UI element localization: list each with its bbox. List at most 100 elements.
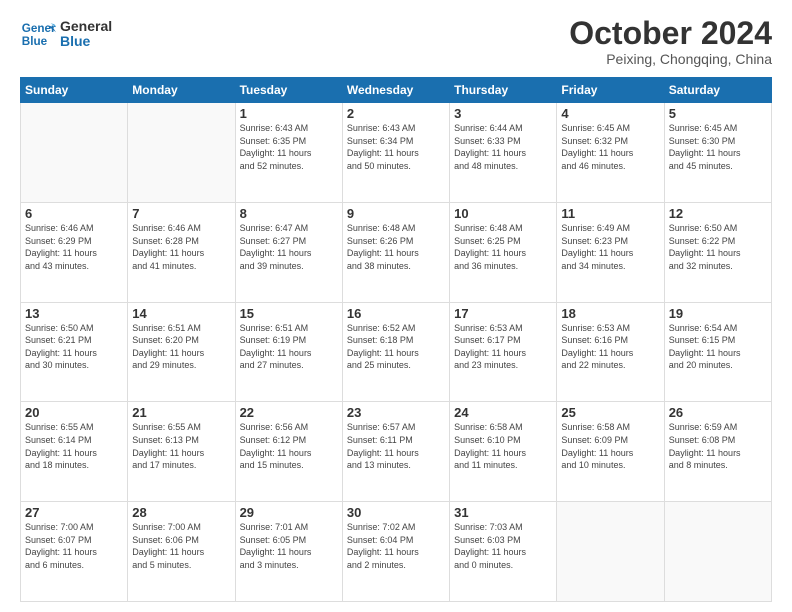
day-number: 29 — [240, 505, 338, 520]
day-number: 8 — [240, 206, 338, 221]
day-info: Sunrise: 6:57 AM Sunset: 6:11 PM Dayligh… — [347, 421, 445, 471]
day-info: Sunrise: 7:01 AM Sunset: 6:05 PM Dayligh… — [240, 521, 338, 571]
logo-icon: General Blue — [20, 16, 56, 52]
day-number: 25 — [561, 405, 659, 420]
logo: General Blue General Blue — [20, 16, 112, 52]
day-info: Sunrise: 6:58 AM Sunset: 6:09 PM Dayligh… — [561, 421, 659, 471]
calendar-cell: 21Sunrise: 6:55 AM Sunset: 6:13 PM Dayli… — [128, 402, 235, 502]
day-info: Sunrise: 6:43 AM Sunset: 6:35 PM Dayligh… — [240, 122, 338, 172]
header-sunday: Sunday — [21, 78, 128, 103]
calendar-row-3: 13Sunrise: 6:50 AM Sunset: 6:21 PM Dayli… — [21, 302, 772, 402]
day-number: 6 — [25, 206, 123, 221]
calendar-row-2: 6Sunrise: 6:46 AM Sunset: 6:29 PM Daylig… — [21, 202, 772, 302]
calendar-cell: 31Sunrise: 7:03 AM Sunset: 6:03 PM Dayli… — [450, 502, 557, 602]
header-saturday: Saturday — [664, 78, 771, 103]
calendar-cell: 23Sunrise: 6:57 AM Sunset: 6:11 PM Dayli… — [342, 402, 449, 502]
day-number: 30 — [347, 505, 445, 520]
day-number: 13 — [25, 306, 123, 321]
day-number: 10 — [454, 206, 552, 221]
logo-line1: General — [60, 19, 112, 34]
day-info: Sunrise: 6:58 AM Sunset: 6:10 PM Dayligh… — [454, 421, 552, 471]
calendar-cell: 15Sunrise: 6:51 AM Sunset: 6:19 PM Dayli… — [235, 302, 342, 402]
calendar-header-row: Sunday Monday Tuesday Wednesday Thursday… — [21, 78, 772, 103]
day-number: 28 — [132, 505, 230, 520]
day-info: Sunrise: 6:54 AM Sunset: 6:15 PM Dayligh… — [669, 322, 767, 372]
day-info: Sunrise: 6:48 AM Sunset: 6:25 PM Dayligh… — [454, 222, 552, 272]
day-info: Sunrise: 7:00 AM Sunset: 6:06 PM Dayligh… — [132, 521, 230, 571]
day-number: 7 — [132, 206, 230, 221]
calendar-cell: 20Sunrise: 6:55 AM Sunset: 6:14 PM Dayli… — [21, 402, 128, 502]
header-tuesday: Tuesday — [235, 78, 342, 103]
day-number: 12 — [669, 206, 767, 221]
day-info: Sunrise: 7:03 AM Sunset: 6:03 PM Dayligh… — [454, 521, 552, 571]
calendar-cell: 26Sunrise: 6:59 AM Sunset: 6:08 PM Dayli… — [664, 402, 771, 502]
day-number: 31 — [454, 505, 552, 520]
day-info: Sunrise: 6:47 AM Sunset: 6:27 PM Dayligh… — [240, 222, 338, 272]
day-number: 24 — [454, 405, 552, 420]
title-block: October 2024 Peixing, Chongqing, China — [569, 16, 772, 67]
calendar-cell: 27Sunrise: 7:00 AM Sunset: 6:07 PM Dayli… — [21, 502, 128, 602]
calendar-row-5: 27Sunrise: 7:00 AM Sunset: 6:07 PM Dayli… — [21, 502, 772, 602]
main-title: October 2024 — [569, 16, 772, 51]
day-info: Sunrise: 6:53 AM Sunset: 6:17 PM Dayligh… — [454, 322, 552, 372]
header-wednesday: Wednesday — [342, 78, 449, 103]
day-info: Sunrise: 6:51 AM Sunset: 6:20 PM Dayligh… — [132, 322, 230, 372]
day-number: 23 — [347, 405, 445, 420]
calendar-cell: 4Sunrise: 6:45 AM Sunset: 6:32 PM Daylig… — [557, 103, 664, 203]
day-info: Sunrise: 6:43 AM Sunset: 6:34 PM Dayligh… — [347, 122, 445, 172]
header-monday: Monday — [128, 78, 235, 103]
day-number: 19 — [669, 306, 767, 321]
calendar-cell — [21, 103, 128, 203]
calendar-cell: 9Sunrise: 6:48 AM Sunset: 6:26 PM Daylig… — [342, 202, 449, 302]
day-number: 4 — [561, 106, 659, 121]
day-info: Sunrise: 6:53 AM Sunset: 6:16 PM Dayligh… — [561, 322, 659, 372]
day-number: 14 — [132, 306, 230, 321]
header-friday: Friday — [557, 78, 664, 103]
day-number: 11 — [561, 206, 659, 221]
calendar-cell: 19Sunrise: 6:54 AM Sunset: 6:15 PM Dayli… — [664, 302, 771, 402]
day-number: 5 — [669, 106, 767, 121]
day-info: Sunrise: 6:46 AM Sunset: 6:28 PM Dayligh… — [132, 222, 230, 272]
day-info: Sunrise: 6:50 AM Sunset: 6:21 PM Dayligh… — [25, 322, 123, 372]
calendar-cell: 22Sunrise: 6:56 AM Sunset: 6:12 PM Dayli… — [235, 402, 342, 502]
svg-text:General: General — [22, 22, 56, 35]
logo-line2: Blue — [60, 34, 112, 49]
calendar-cell: 10Sunrise: 6:48 AM Sunset: 6:25 PM Dayli… — [450, 202, 557, 302]
day-info: Sunrise: 6:55 AM Sunset: 6:14 PM Dayligh… — [25, 421, 123, 471]
calendar-cell: 30Sunrise: 7:02 AM Sunset: 6:04 PM Dayli… — [342, 502, 449, 602]
calendar-cell: 24Sunrise: 6:58 AM Sunset: 6:10 PM Dayli… — [450, 402, 557, 502]
day-info: Sunrise: 6:49 AM Sunset: 6:23 PM Dayligh… — [561, 222, 659, 272]
header: General Blue General Blue October 2024 P… — [20, 16, 772, 67]
day-number: 2 — [347, 106, 445, 121]
calendar-cell: 7Sunrise: 6:46 AM Sunset: 6:28 PM Daylig… — [128, 202, 235, 302]
day-info: Sunrise: 6:46 AM Sunset: 6:29 PM Dayligh… — [25, 222, 123, 272]
calendar-cell — [557, 502, 664, 602]
day-number: 1 — [240, 106, 338, 121]
day-info: Sunrise: 6:56 AM Sunset: 6:12 PM Dayligh… — [240, 421, 338, 471]
subtitle: Peixing, Chongqing, China — [569, 51, 772, 67]
page: General Blue General Blue October 2024 P… — [0, 0, 792, 612]
day-info: Sunrise: 6:51 AM Sunset: 6:19 PM Dayligh… — [240, 322, 338, 372]
calendar-cell: 14Sunrise: 6:51 AM Sunset: 6:20 PM Dayli… — [128, 302, 235, 402]
calendar-cell: 12Sunrise: 6:50 AM Sunset: 6:22 PM Dayli… — [664, 202, 771, 302]
calendar-cell: 5Sunrise: 6:45 AM Sunset: 6:30 PM Daylig… — [664, 103, 771, 203]
day-number: 22 — [240, 405, 338, 420]
calendar-cell: 3Sunrise: 6:44 AM Sunset: 6:33 PM Daylig… — [450, 103, 557, 203]
day-info: Sunrise: 6:48 AM Sunset: 6:26 PM Dayligh… — [347, 222, 445, 272]
day-info: Sunrise: 7:00 AM Sunset: 6:07 PM Dayligh… — [25, 521, 123, 571]
calendar-cell: 11Sunrise: 6:49 AM Sunset: 6:23 PM Dayli… — [557, 202, 664, 302]
calendar-cell: 29Sunrise: 7:01 AM Sunset: 6:05 PM Dayli… — [235, 502, 342, 602]
day-number: 26 — [669, 405, 767, 420]
day-info: Sunrise: 6:45 AM Sunset: 6:30 PM Dayligh… — [669, 122, 767, 172]
calendar-cell — [128, 103, 235, 203]
calendar-cell: 17Sunrise: 6:53 AM Sunset: 6:17 PM Dayli… — [450, 302, 557, 402]
calendar-cell: 8Sunrise: 6:47 AM Sunset: 6:27 PM Daylig… — [235, 202, 342, 302]
day-info: Sunrise: 6:45 AM Sunset: 6:32 PM Dayligh… — [561, 122, 659, 172]
calendar-cell: 28Sunrise: 7:00 AM Sunset: 6:06 PM Dayli… — [128, 502, 235, 602]
calendar-table: Sunday Monday Tuesday Wednesday Thursday… — [20, 77, 772, 602]
day-info: Sunrise: 6:44 AM Sunset: 6:33 PM Dayligh… — [454, 122, 552, 172]
day-number: 17 — [454, 306, 552, 321]
calendar-cell: 1Sunrise: 6:43 AM Sunset: 6:35 PM Daylig… — [235, 103, 342, 203]
calendar-cell — [664, 502, 771, 602]
day-info: Sunrise: 6:55 AM Sunset: 6:13 PM Dayligh… — [132, 421, 230, 471]
